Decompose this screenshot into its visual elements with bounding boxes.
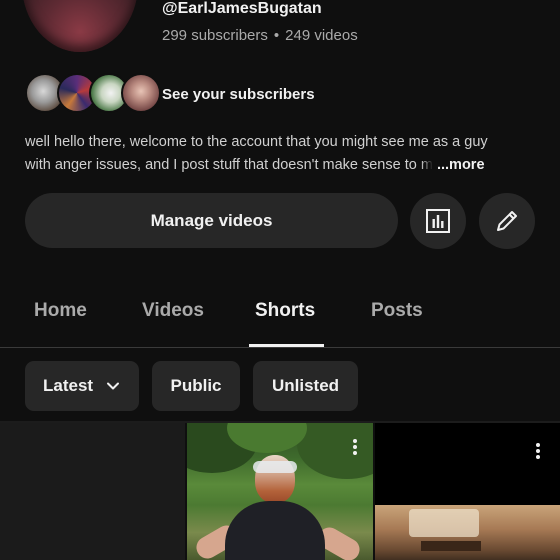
more-vert-icon[interactable] — [528, 441, 548, 461]
sort-latest-chip[interactable]: Latest — [25, 361, 139, 411]
more-link[interactable]: ...more — [437, 157, 485, 173]
tab-shorts[interactable]: Shorts — [255, 300, 315, 322]
pencil-edit-icon — [497, 211, 517, 231]
analytics-bar-chart-icon — [426, 209, 450, 233]
more-vert-icon[interactable] — [345, 437, 365, 457]
chevron-down-icon — [107, 382, 120, 390]
shorts-thumbnail[interactable] — [0, 423, 185, 560]
subscriber-count: 299 subscribers — [162, 27, 268, 44]
sort-latest-label: Latest — [43, 376, 94, 395]
shorts-thumbnail[interactable] — [187, 423, 373, 560]
channel-stats: 299 subscribers • 249 videos — [162, 27, 358, 44]
subscriber-avatar — [121, 73, 161, 113]
description-line-1: well hello there, welcome to the account… — [25, 134, 488, 150]
subscriber-avatars[interactable] — [25, 73, 161, 113]
analytics-button[interactable] — [410, 193, 466, 249]
person-body — [225, 501, 325, 560]
video-count: 249 videos — [285, 27, 358, 44]
stats-separator: • — [273, 27, 280, 44]
channel-avatar[interactable] — [22, 0, 138, 52]
filter-public-chip[interactable]: Public — [152, 361, 240, 411]
edit-channel-button[interactable] — [479, 193, 535, 249]
description-text: with anger issues, and I post stuff that… — [25, 157, 421, 173]
tab-videos[interactable]: Videos — [142, 300, 204, 322]
room-window — [409, 509, 479, 537]
tab-home[interactable]: Home — [34, 300, 87, 322]
see-subscribers-link[interactable]: See your subscribers — [162, 86, 315, 103]
description-fade-text: m — [420, 157, 433, 173]
channel-handle: @EarlJamesBugatan — [162, 0, 322, 17]
channel-description[interactable]: well hello there, welcome to the account… — [25, 131, 535, 177]
description-line-2: with anger issues, and I post stuff that… — [25, 154, 535, 177]
tabs-divider — [0, 347, 560, 348]
manage-videos-button[interactable]: Manage videos — [25, 193, 398, 248]
tab-posts[interactable]: Posts — [371, 300, 423, 322]
room-table — [421, 541, 481, 551]
filter-unlisted-chip[interactable]: Unlisted — [253, 361, 358, 411]
person-glasses — [253, 461, 297, 473]
shorts-thumbnail[interactable] — [375, 423, 560, 560]
